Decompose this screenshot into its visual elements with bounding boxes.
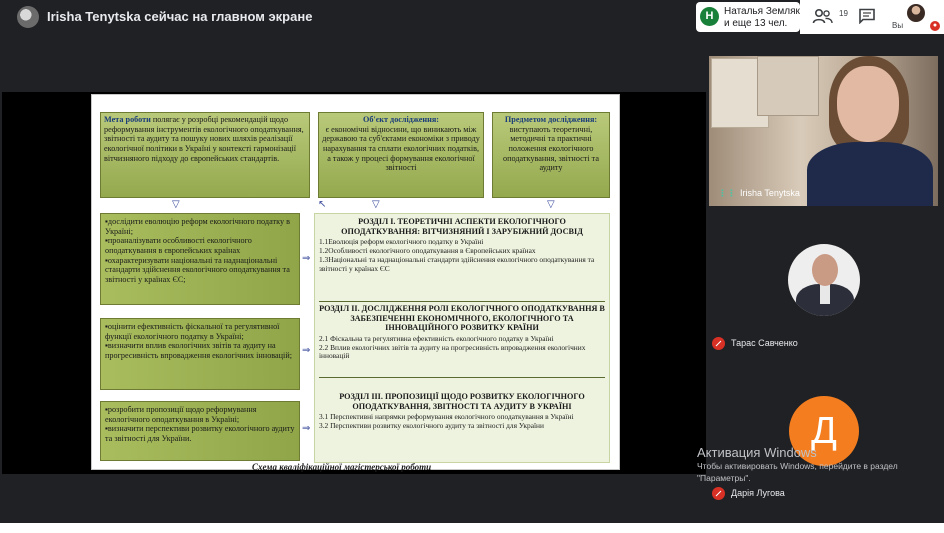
presenter-avatar — [17, 6, 39, 28]
people-count: 19 — [839, 9, 848, 18]
participants-card[interactable]: Н Наталья Земляк и еще 13 чел. — [696, 2, 800, 32]
chat-icon — [859, 8, 875, 25]
self-mic-off-icon: ● — [930, 21, 940, 31]
section-heading: РОЗДІЛ І. ТЕОРЕТИЧНІ АСПЕКТИ ЕКОЛОГІЧНОГ… — [341, 217, 583, 236]
self-label: Вы — [892, 21, 904, 30]
people-button[interactable]: 19 — [812, 7, 848, 27]
mic-off-icon — [712, 337, 725, 350]
arrow-right-icon: ⇒ — [302, 423, 311, 434]
object-box: Об'єкт дослідження: є економічні відноси… — [318, 112, 484, 198]
self-avatar[interactable] — [907, 4, 925, 22]
task-item: ▪розробити пропозиції щодо реформування … — [105, 405, 257, 424]
subject-text: виступають теоретичні, методичні та прак… — [503, 124, 599, 173]
sections-panel: РОЗДІЛ І. ТЕОРЕТИЧНІ АСПЕКТИ ЕКОЛОГІЧНОГ… — [314, 213, 610, 463]
task-item: ▪визначити перспективи розвитку екологіч… — [105, 424, 295, 444]
object-text: є економічні відносини, що виникають між… — [322, 124, 480, 173]
shared-screen: Мета роботи полягає у розробці рекоменда… — [2, 92, 706, 474]
speaking-indicator-icon: ⋮⋮ — [718, 188, 736, 198]
slide-caption: Схема кваліфікаційної магістерської робо… — [252, 462, 432, 472]
section-item: 1.3Національні та наднаціональні стандар… — [319, 254, 595, 273]
participant-video — [837, 66, 899, 142]
task-item: ▪оцінити ефективність фіскальної та регу… — [105, 322, 280, 341]
arrow-down-icon: ▽ — [372, 199, 380, 210]
task-item: ▪дослідити еволюцію реформ екологічного … — [105, 217, 290, 236]
tile-name-taras: Тарас Савченко — [712, 337, 798, 350]
tile-name-daria: Дарія Лугова — [712, 487, 785, 500]
object-title: Об'єкт дослідження: — [363, 115, 439, 124]
section-2: РОЗДІЛ ІІ. ДОСЛІДЖЕННЯ РОЛІ ЕКОЛОГІЧНОГО… — [319, 301, 605, 377]
meet-window: Irisha Tenytska сейчас на главном экране… — [0, 0, 944, 533]
avatar-photo-shirt — [820, 284, 830, 304]
presentation-slide: Мета роботи полягає у розробці рекоменда… — [91, 94, 620, 472]
arrow-right-icon: ⇒ — [302, 253, 311, 264]
windows-activation-watermark: Активация Windows Чтобы активировать Win… — [697, 445, 898, 484]
section-item: 2.2 Вплив екологічних звітів та аудиту н… — [319, 342, 586, 361]
mic-off-icon — [712, 487, 725, 500]
tasks-box-3: ▪розробити пропозиції щодо реформування … — [100, 401, 300, 461]
participants-card-line1: Наталья Земляк — [724, 6, 800, 17]
goal-title: Мета роботи — [104, 115, 151, 124]
activation-title: Активация Windows — [697, 445, 817, 460]
cursor-icon: ↖ — [318, 199, 327, 210]
avatar-photo-head — [812, 254, 838, 286]
section-heading: РОЗДІЛ ІІ. ДОСЛІДЖЕННЯ РОЛІ ЕКОЛОГІЧНОГО… — [319, 304, 605, 333]
task-item: ▪визначити вплив екологічних звітів та а… — [105, 341, 292, 361]
participant-avatar-taras[interactable] — [788, 244, 860, 316]
top-bar: Irisha Tenytska сейчас на главном экране… — [0, 0, 944, 34]
tile-name-main: ⋮⋮ Irisha Tenytska — [718, 188, 800, 198]
tasks-box-2: ▪оцінити ефективність фіскальної та регу… — [100, 318, 300, 390]
arrow-right-icon: ⇒ — [302, 345, 311, 356]
arrow-down-icon: ▽ — [547, 199, 555, 210]
presenter-status: Irisha Tenytska сейчас на главном экране — [47, 9, 313, 24]
participant-video — [807, 142, 933, 206]
people-icon — [812, 8, 833, 24]
video-background — [757, 56, 819, 116]
tasks-box-1: ▪дослідити еволюцію реформ екологічного … — [100, 213, 300, 305]
activation-line1: Чтобы активировать Windows, перейдите в … — [697, 461, 898, 471]
arrow-down-icon: ▽ — [172, 199, 180, 210]
participant-tile-main[interactable] — [709, 56, 938, 206]
bottom-strip — [0, 523, 944, 533]
task-item: ▪проаналізувати особливості екологічного… — [105, 236, 252, 256]
goal-box: Мета роботи полягає у розробці рекоменда… — [100, 112, 310, 198]
activation-line2: "Параметры". — [697, 473, 751, 484]
section-3: РОЗДІЛ ІІІ. ПРОПОЗИЦІЇ ЩОДО РОЗВИТКУ ЕКО… — [319, 377, 605, 431]
participants-card-line2: и еще 13 чел. — [724, 18, 788, 29]
subject-box: Предметом дослідження: виступають теорет… — [492, 112, 610, 198]
section-heading: РОЗДІЛ ІІІ. ПРОПОЗИЦІЇ ЩОДО РОЗВИТКУ ЕКО… — [339, 392, 585, 411]
subject-title: Предметом дослідження: — [504, 115, 598, 124]
top-right-controls: 19 Вы ● — [800, 0, 944, 34]
task-item: ▪охарактеризувати національні та наднаці… — [105, 255, 290, 285]
section-1: РОЗДІЛ І. ТЕОРЕТИЧНІ АСПЕКТИ ЕКОЛОГІЧНОГ… — [319, 217, 605, 301]
section-item: 3.2 Перспективи розвитку екологічного ау… — [319, 421, 544, 431]
participant-initial-avatar: Н — [700, 7, 719, 26]
chat-button[interactable] — [858, 8, 876, 25]
